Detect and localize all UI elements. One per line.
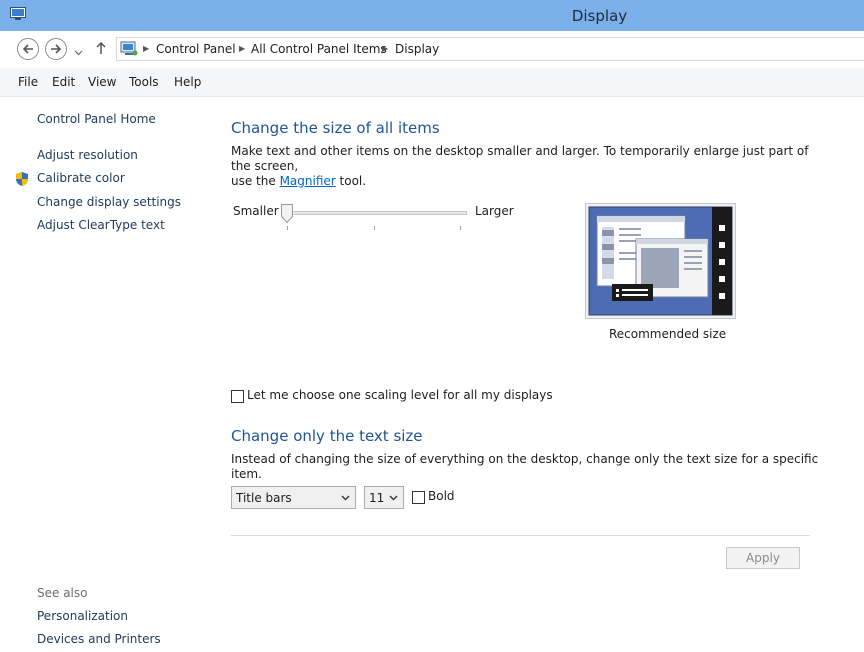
back-button[interactable] bbox=[17, 38, 39, 60]
chevron-down-icon bbox=[341, 495, 350, 501]
preview-caption: Recommended size bbox=[609, 327, 727, 341]
adjust-cleartype-link[interactable]: Adjust ClearType text bbox=[37, 218, 165, 232]
breadcrumb-separator-icon[interactable]: ▶ bbox=[382, 44, 388, 53]
size-slider-track[interactable] bbox=[283, 211, 467, 215]
menu-bar: File Edit View Tools Help bbox=[0, 68, 864, 97]
slider-min-label: Smaller bbox=[233, 204, 279, 218]
chevron-down-icon bbox=[74, 50, 83, 56]
section-divider bbox=[231, 535, 810, 536]
breadcrumb-all-items[interactable]: All Control Panel Items bbox=[251, 42, 387, 56]
slider-tick bbox=[460, 226, 461, 230]
breadcrumb-separator-icon[interactable]: ▶ bbox=[143, 44, 149, 53]
menu-edit[interactable]: Edit bbox=[52, 75, 75, 89]
chevron-down-icon bbox=[389, 495, 398, 501]
text-item-value: Title bars bbox=[236, 491, 292, 505]
description-line-2-start: use the bbox=[231, 174, 280, 188]
personalization-link[interactable]: Personalization bbox=[37, 609, 128, 623]
change-display-settings-link[interactable]: Change display settings bbox=[37, 195, 181, 209]
scaling-level-label[interactable]: Let me choose one scaling level for all … bbox=[247, 388, 553, 402]
slider-max-label: Larger bbox=[475, 204, 514, 218]
devices-and-printers-link[interactable]: Devices and Printers bbox=[37, 632, 161, 646]
breadcrumb-display[interactable]: Display bbox=[395, 42, 439, 56]
size-section-heading: Change the size of all items bbox=[231, 119, 440, 137]
font-size-value: 11 bbox=[369, 491, 385, 505]
breadcrumb-control-panel[interactable]: Control Panel bbox=[156, 42, 236, 56]
title-bar: Display bbox=[0, 0, 864, 31]
menu-view[interactable]: View bbox=[88, 75, 116, 89]
calibrate-color-link[interactable]: Calibrate color bbox=[37, 171, 125, 185]
see-also-label: See also bbox=[37, 586, 88, 600]
adjust-resolution-link[interactable]: Adjust resolution bbox=[37, 148, 138, 162]
breadcrumb-separator-icon[interactable]: ▶ bbox=[239, 44, 245, 53]
uac-shield-icon bbox=[14, 171, 30, 190]
slider-tick bbox=[287, 226, 288, 230]
text-section-heading: Change only the text size bbox=[231, 427, 423, 445]
address-bar[interactable]: ▶ Control Panel ▶ All Control Panel Item… bbox=[116, 37, 864, 61]
description-line-2-end: tool. bbox=[335, 174, 367, 188]
description-line-1: Make text and other items on the desktop… bbox=[231, 144, 809, 173]
up-arrow-icon bbox=[96, 41, 106, 54]
size-section-description: Make text and other items on the desktop… bbox=[231, 144, 831, 189]
bold-label[interactable]: Bold bbox=[428, 489, 455, 503]
bold-checkbox[interactable] bbox=[412, 491, 425, 504]
control-panel-home-link[interactable]: Control Panel Home bbox=[37, 112, 156, 126]
up-button[interactable] bbox=[95, 41, 107, 58]
font-size-select[interactable]: 11 bbox=[364, 486, 404, 509]
control-panel-icon bbox=[120, 41, 138, 60]
scaling-level-checkbox[interactable] bbox=[231, 390, 244, 403]
menu-help[interactable]: Help bbox=[174, 75, 201, 89]
apply-button[interactable]: Apply bbox=[726, 547, 800, 569]
size-slider-thumb[interactable] bbox=[281, 204, 293, 224]
menu-tools[interactable]: Tools bbox=[129, 75, 159, 89]
navigation-bar: ▶ Control Panel ▶ All Control Panel Item… bbox=[0, 31, 864, 68]
window-title: Display bbox=[571, 7, 628, 25]
text-section-description: Instead of changing the size of everythi… bbox=[231, 452, 819, 481]
size-preview-image bbox=[585, 203, 736, 319]
text-item-select[interactable]: Title bars bbox=[231, 486, 356, 509]
magnifier-link[interactable]: Magnifier bbox=[280, 174, 336, 188]
forward-arrow-icon bbox=[51, 44, 62, 54]
display-preview-icon bbox=[588, 206, 733, 316]
menu-file[interactable]: File bbox=[18, 75, 38, 89]
slider-tick bbox=[374, 226, 375, 230]
back-arrow-icon bbox=[22, 44, 33, 54]
recent-locations-dropdown[interactable] bbox=[74, 45, 83, 59]
forward-button[interactable] bbox=[45, 38, 67, 60]
